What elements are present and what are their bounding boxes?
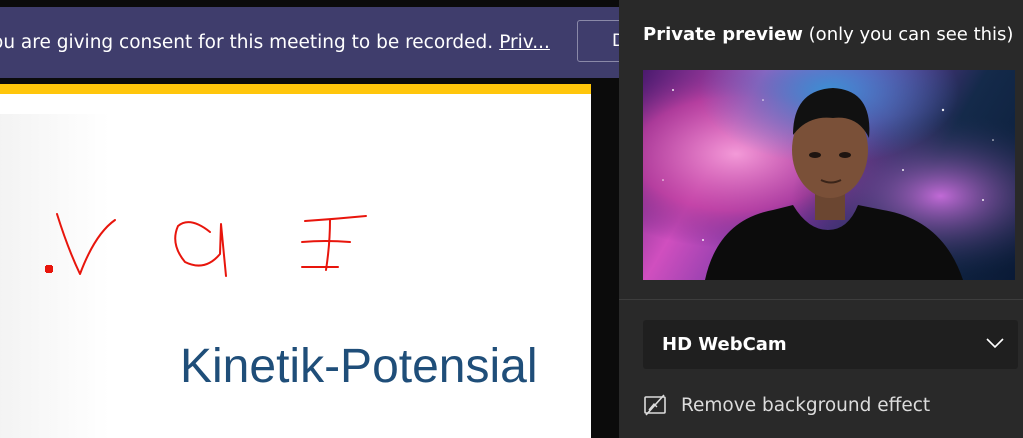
ink-stroke-f2 xyxy=(301,240,351,243)
device-settings-panel: Private preview (only you can see this) xyxy=(619,0,1023,438)
preview-heading-note: (only you can see this) xyxy=(808,24,1014,45)
consent-text: ou are giving consent for this meeting t… xyxy=(0,32,494,53)
meeting-stage: ou are giving consent for this meeting t… xyxy=(0,0,619,438)
shared-slide: Kinetik-Potensial xyxy=(0,84,591,438)
privacy-policy-link[interactable]: Priv... xyxy=(499,32,550,53)
slide-title: Kinetik-Potensial xyxy=(180,340,538,393)
preview-heading: Private preview (only you can see this) xyxy=(643,24,1013,45)
camera-select[interactable]: HD WebCam xyxy=(643,320,1018,369)
dismiss-button[interactable]: D xyxy=(577,20,619,62)
ink-stroke-v xyxy=(56,213,116,275)
remove-background-effect-toggle[interactable]: Remove background effect xyxy=(643,391,930,419)
panel-divider xyxy=(619,299,1023,300)
recording-consent-banner: ou are giving consent for this meeting t… xyxy=(0,7,619,78)
camera-preview-image xyxy=(643,70,1015,280)
laser-pointer-icon xyxy=(45,265,53,273)
remove-background-effect-label: Remove background effect xyxy=(681,394,931,416)
ink-stroke-f1 xyxy=(304,215,367,222)
ink-stroke-f3 xyxy=(325,219,331,271)
preview-heading-bold: Private preview xyxy=(643,24,803,45)
ink-stroke-a xyxy=(174,221,227,277)
camera-preview xyxy=(643,70,1015,280)
camera-select-value: HD WebCam xyxy=(662,334,787,355)
chevron-down-icon xyxy=(986,338,1004,349)
consent-message: ou are giving consent for this meeting t… xyxy=(0,7,550,78)
no-background-icon xyxy=(644,394,666,416)
